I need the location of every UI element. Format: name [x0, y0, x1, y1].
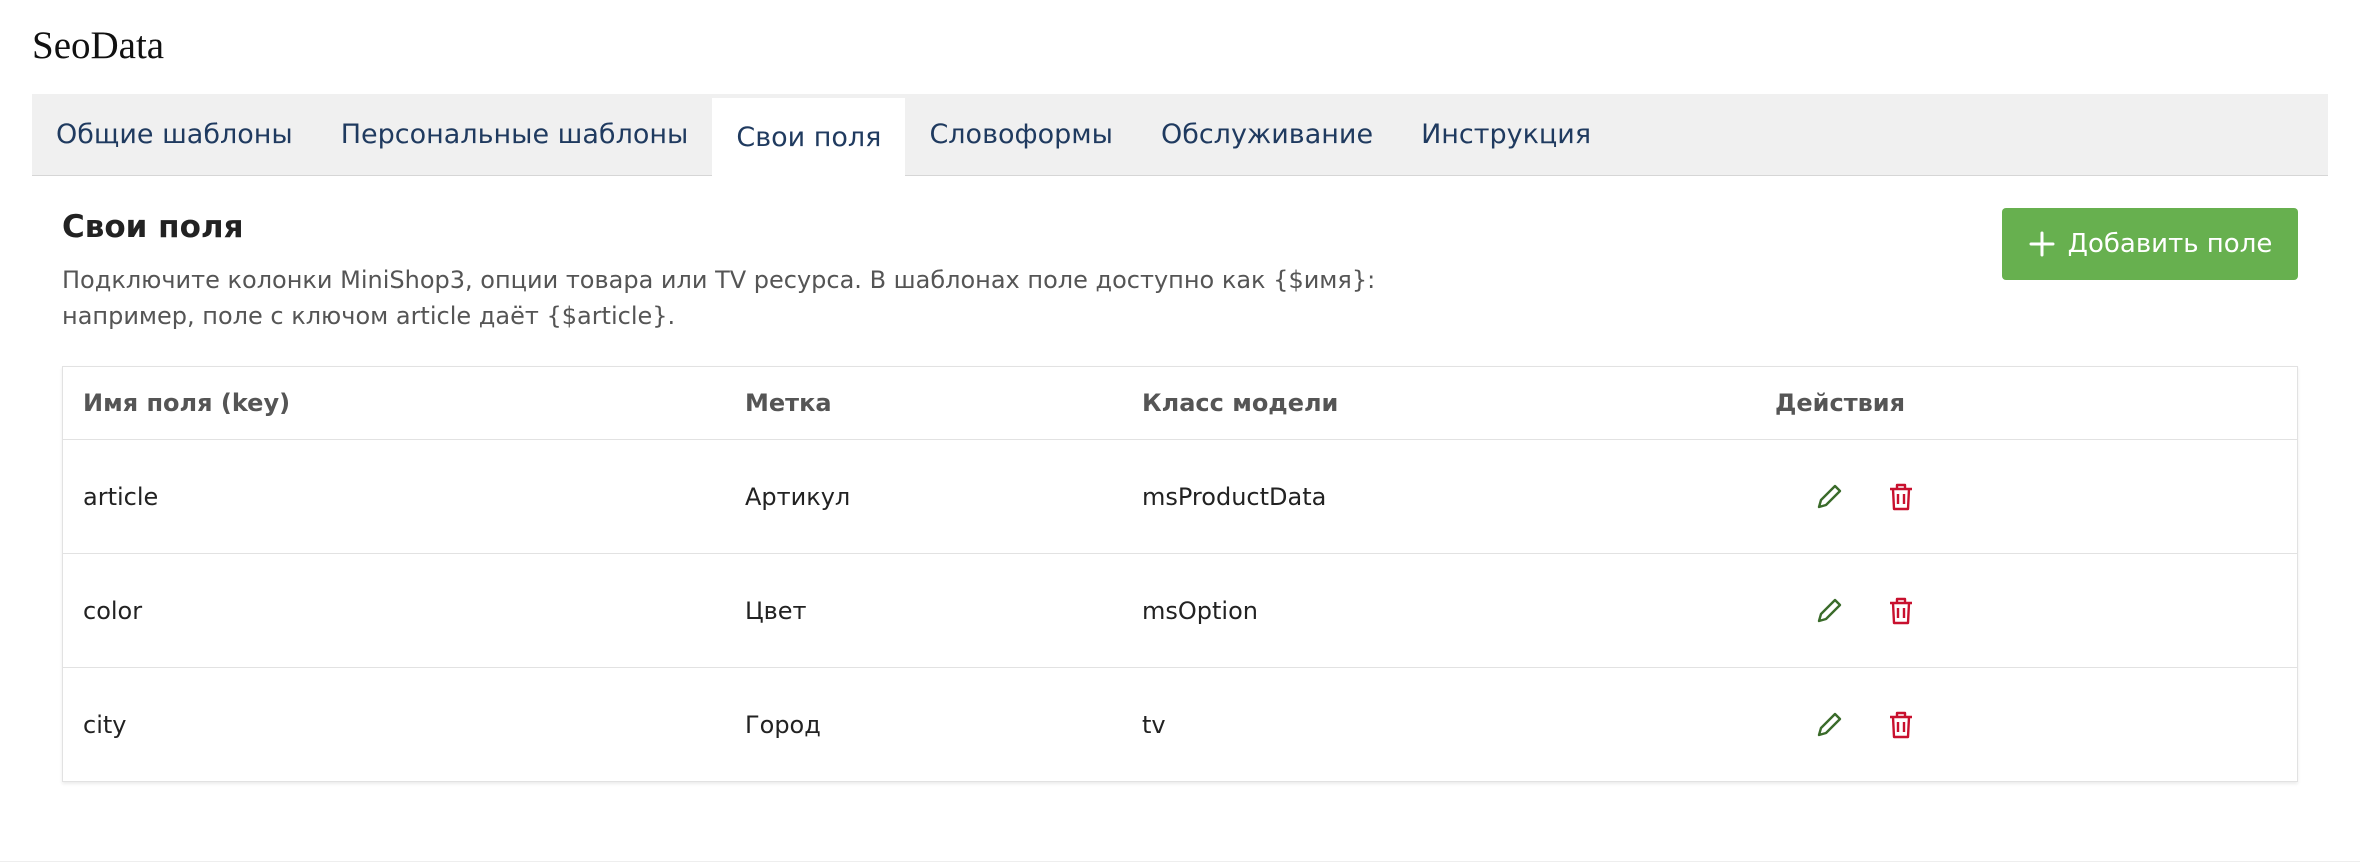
pencil-icon[interactable]	[1811, 479, 1847, 515]
cell-label: Город	[745, 710, 821, 739]
tab-custom-fields[interactable]: Свои поля	[712, 98, 906, 176]
cell-actions	[1755, 668, 2297, 782]
cell-label: Цвет	[725, 553, 1122, 668]
tab-maintenance[interactable]: Обслуживание	[1137, 94, 1397, 175]
add-field-label: Добавить поле	[2067, 229, 2273, 259]
column-header-class: Класс модели	[1122, 367, 1755, 440]
app-title: SeoData	[32, 24, 165, 67]
column-header-actions: Действия	[1755, 367, 2297, 440]
tab-instructions[interactable]: Инструкция	[1397, 94, 1615, 175]
trash-icon[interactable]	[1883, 593, 1919, 629]
plus-icon	[2028, 230, 2056, 258]
trash-icon[interactable]	[1883, 707, 1919, 743]
section-description: Подключите колонки MiniShop3, опции това…	[62, 262, 1462, 334]
table-row: city Город tv	[63, 668, 2297, 782]
cell-class: tv	[1142, 710, 1166, 739]
cell-label: Артикул	[725, 439, 1122, 554]
tab-general-templates[interactable]: Общие шаблоны	[32, 94, 317, 175]
description-line: например, поле с ключом article даёт {$a…	[62, 302, 676, 330]
cell-class: msOption	[1122, 553, 1755, 668]
cell-key: city	[83, 710, 127, 739]
tab-label: Обслуживание	[1160, 119, 1374, 150]
pencil-icon[interactable]	[1811, 593, 1847, 629]
table-row: article Артикул msProductData	[63, 439, 2297, 554]
add-field-button[interactable]: Добавить поле	[2002, 208, 2298, 280]
table-row: color Цвет msOption	[63, 553, 2297, 668]
pencil-icon[interactable]	[1811, 707, 1847, 743]
tab-label: Словоформы	[929, 119, 1113, 150]
cell-actions	[1755, 439, 2297, 554]
cell-key: color	[63, 553, 725, 668]
column-header-key: Имя поля (key)	[63, 367, 725, 440]
cell-class: msProductData	[1122, 439, 1755, 554]
cell-actions	[1755, 553, 2297, 668]
tab-label: Общие шаблоны	[56, 119, 293, 150]
table-header-row: Имя поля (key) Метка Класс модели Действ…	[63, 367, 2297, 440]
fields-table: Имя поля (key) Метка Класс модели Действ…	[62, 366, 2298, 782]
tab-label: Персональные шаблоны	[340, 119, 689, 150]
cell-key: article	[63, 439, 725, 554]
tab-bar: Общие шаблоны Персональные шаблоны Свои …	[32, 94, 2328, 176]
tab-personal-templates[interactable]: Персональные шаблоны	[317, 94, 713, 175]
trash-icon[interactable]	[1883, 479, 1919, 515]
section-title: Свои поля	[62, 209, 244, 245]
tab-wordforms[interactable]: Словоформы	[905, 94, 1137, 175]
tab-label: Свои поля	[736, 121, 882, 153]
page-divider	[0, 861, 2360, 862]
description-line: Подключите колонки MiniShop3, опции това…	[62, 266, 1376, 294]
tab-label: Инструкция	[1421, 119, 1592, 150]
column-header-label: Метка	[725, 367, 1122, 440]
